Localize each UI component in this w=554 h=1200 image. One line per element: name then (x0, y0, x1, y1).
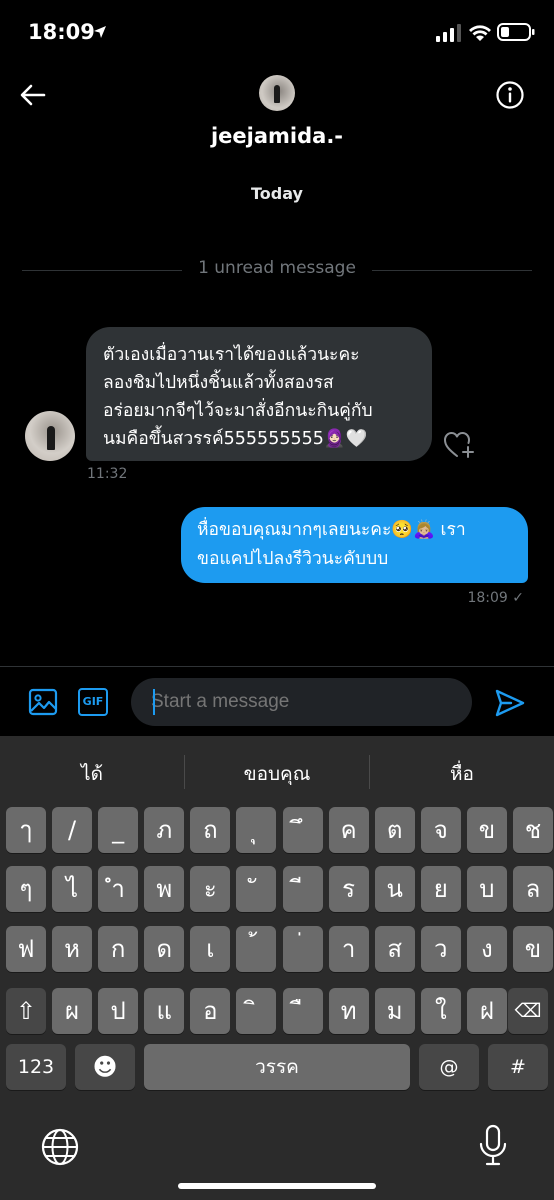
keyboard-key[interactable]: ห (52, 926, 93, 972)
keyboard-key[interactable]: ี (282, 866, 323, 912)
conversation-name[interactable]: jeejamida.- (0, 124, 554, 148)
divider-right (372, 270, 532, 271)
keyboard-key[interactable]: ต (374, 807, 415, 853)
keyboard-key[interactable]: ช (512, 807, 553, 853)
keyboard-key[interactable]: ะ (190, 866, 231, 912)
keyboard-key[interactable]: จ (420, 807, 461, 853)
message-line: อร่อยมากจีๆไว้จะมาสั่งอีกนะกินคู่กับ (103, 401, 373, 421)
keyboard-key[interactable]: ผ (52, 988, 93, 1034)
keyboard-key[interactable]: ย (420, 866, 461, 912)
send-icon[interactable] (494, 687, 526, 719)
message-line: ลองชิมไปหนึ่งชิ้นแล้วทั้งสองรส (103, 373, 334, 393)
incoming-message-bubble[interactable]: ตัวเองเมื่อวานเราได้ของแล้วนะคะ ลองชิมไป… (86, 327, 432, 461)
sender-avatar[interactable] (25, 411, 75, 461)
keyboard-key[interactable]: ึ (282, 807, 323, 853)
gif-button[interactable]: GIF (78, 688, 108, 716)
keyboard-key[interactable]: ไ (52, 866, 93, 912)
at-key[interactable]: @ (419, 1044, 479, 1090)
outgoing-message-bubble[interactable]: หื่อขอบคุณมากๆเลยนะคะ🥺🙇🏼‍♀️ เรา ขอแคปไปล… (181, 507, 528, 583)
keyboard-key[interactable]: ๆ (6, 866, 46, 912)
emoji-key[interactable]: ☻ (75, 1044, 135, 1090)
keyboard-key[interactable]: ่ (282, 926, 323, 972)
text-caret (153, 689, 155, 715)
location-arrow-icon (94, 26, 106, 38)
keyboard-key[interactable]: ำ (98, 866, 139, 912)
message-line: ตัวเองเมื่อวานเราได้ของแล้วนะคะ (103, 345, 360, 365)
keyboard-key[interactable]: _ (98, 807, 139, 853)
keyboard-key[interactable]: ฝ (466, 988, 507, 1034)
message-line: นมคือขึ้นสวรรค์555555555🧕🏻🤍 (103, 429, 368, 449)
date-label: Today (251, 184, 303, 203)
keyboard-key[interactable]: เ (190, 926, 231, 972)
space-key[interactable]: วรรค (144, 1044, 410, 1090)
keyboard-key[interactable]: ก (98, 926, 139, 972)
battery-icon (497, 23, 535, 41)
keyboard-key[interactable]: ล (512, 866, 553, 912)
wifi-icon (469, 25, 491, 41)
message-line: หื่อขอบคุณมากๆเลยนะคะ🥺🙇🏼‍♀️ เรา (197, 520, 466, 540)
keyboard-key[interactable]: ข (512, 926, 553, 972)
keyboard-key[interactable]: แ (144, 988, 185, 1034)
keyboard-key[interactable]: ิ (236, 988, 277, 1034)
heart-plus-icon[interactable] (443, 430, 475, 460)
hash-key[interactable]: # (488, 1044, 548, 1090)
keyboard-key[interactable]: ถ (190, 807, 231, 853)
message-line: ขอแคปไปลงรีวิวนะคับบบ (197, 549, 389, 569)
keyboard-key[interactable]: ส (374, 926, 415, 972)
info-circle-icon[interactable] (495, 80, 525, 110)
keyboard-key[interactable]: ุ (236, 807, 277, 853)
keyboard-key[interactable]: ใ (420, 988, 461, 1034)
keyboard-key[interactable]: พ (144, 866, 185, 912)
keyboard-key[interactable]: / (52, 807, 93, 853)
keyboard-key[interactable]: ง (466, 926, 507, 972)
cellular-signal-icon (436, 24, 461, 42)
suggestion-1[interactable]: ได้ (0, 756, 184, 792)
back-arrow-icon[interactable] (18, 80, 48, 110)
keyboard-key[interactable]: ฟ (6, 926, 46, 972)
keyboard-key[interactable]: อ (190, 988, 231, 1034)
keyboard-key[interactable]: ค (328, 807, 369, 853)
shift-key[interactable]: ⇧ (6, 988, 46, 1034)
sent-checkmark-icon: ✓ (512, 590, 524, 606)
unread-divider: 1 unread message (198, 258, 356, 278)
keyboard-key[interactable]: ร (328, 866, 369, 912)
suggestion-2[interactable]: ขอบคุณ (185, 756, 369, 792)
keyboard-key[interactable]: ม (374, 988, 415, 1034)
keyboard-key[interactable]: า (328, 926, 369, 972)
keyboard-key[interactable]: ป (98, 988, 139, 1034)
keyboard-key[interactable]: น (374, 866, 415, 912)
keyboard-key[interactable]: ว (420, 926, 461, 972)
delete-key[interactable]: ⌫ (508, 988, 548, 1034)
keyboard-key[interactable]: ั (236, 866, 277, 912)
status-time: 18:09 (28, 20, 95, 44)
message-timestamp: 11:32 (87, 466, 128, 482)
keyboard-key[interactable]: ข (466, 807, 507, 853)
keyboard-key[interactable]: ๅ (6, 807, 46, 853)
suggestion-3[interactable]: หื่อ (370, 756, 554, 792)
keyboard-key[interactable]: บ (466, 866, 507, 912)
microphone-icon[interactable] (478, 1124, 508, 1168)
status-bar: 18:09 (0, 0, 554, 68)
keyboard-key[interactable]: ้ (236, 926, 277, 972)
numbers-key[interactable]: 123 (6, 1044, 66, 1090)
message-input[interactable] (131, 678, 472, 726)
keyboard-key[interactable]: ด (144, 926, 185, 972)
keyboard-key[interactable]: ภ (144, 807, 185, 853)
home-indicator (178, 1183, 376, 1189)
image-icon[interactable] (28, 687, 58, 717)
message-timestamp: 18:09 ✓ (467, 590, 524, 606)
sent-time: 18:09 (467, 590, 508, 606)
keyboard-key[interactable]: ื (282, 988, 323, 1034)
keyboard-key[interactable]: ท (328, 988, 369, 1034)
header-avatar[interactable] (259, 75, 295, 111)
globe-icon[interactable] (40, 1127, 80, 1167)
